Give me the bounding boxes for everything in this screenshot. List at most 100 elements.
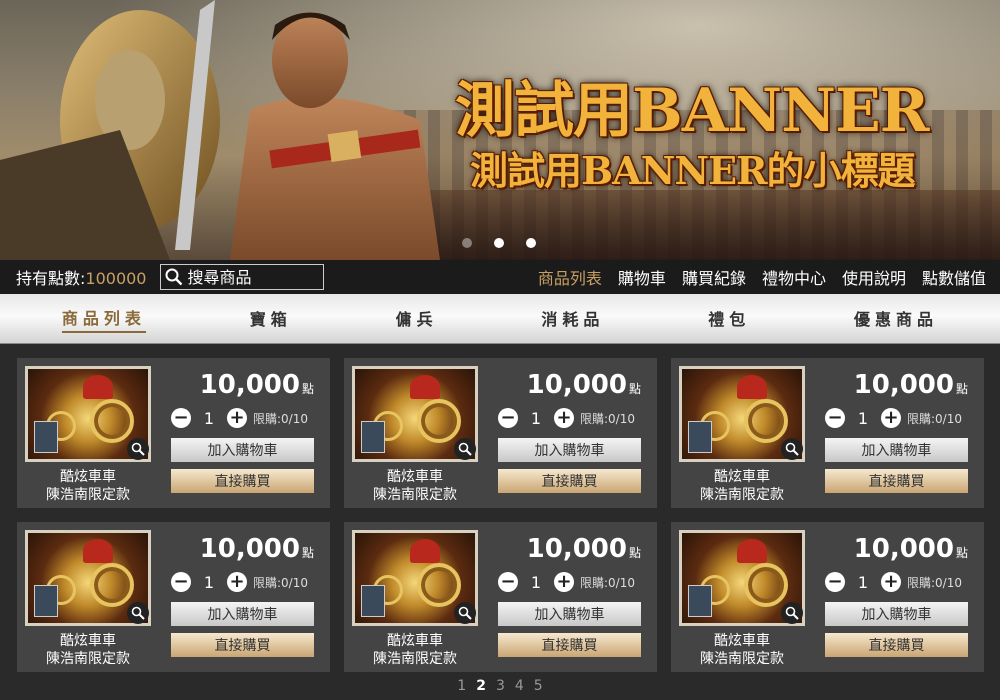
minus-icon[interactable]: − xyxy=(171,408,191,428)
top-nav: 商品列表 購物車 購買紀錄 禮物中心 使用說明 點數儲值 xyxy=(538,265,986,289)
buy-now-button[interactable]: 直接購買 xyxy=(825,633,968,657)
zoom-icon[interactable] xyxy=(454,438,476,460)
plus-icon[interactable]: + xyxy=(881,572,901,592)
zoom-icon[interactable] xyxy=(781,438,803,460)
hero-banner[interactable]: 測試用BANNER 測試用BANNER的小標題 xyxy=(0,0,1000,260)
search-box[interactable] xyxy=(160,264,325,290)
nav-cart[interactable]: 購物車 xyxy=(618,265,666,289)
quantity-stepper: − 1 + 限購:0/10 xyxy=(498,408,635,428)
zoom-icon[interactable] xyxy=(127,602,149,624)
quantity-value[interactable]: 1 xyxy=(191,409,227,428)
purchase-limit: 限購:0/10 xyxy=(253,575,308,590)
chariot-wheel xyxy=(417,399,461,443)
quantity-value[interactable]: 1 xyxy=(518,409,554,428)
product-image[interactable] xyxy=(352,366,478,462)
buy-now-button[interactable]: 直接購買 xyxy=(498,469,641,493)
banner-title: 測試用BANNER xyxy=(455,76,930,146)
nav-product-list[interactable]: 商品列表 xyxy=(538,265,602,289)
product-image[interactable] xyxy=(679,530,805,626)
page-link-3[interactable]: 3 xyxy=(496,678,505,694)
product-name-line1: 酷炫車車 xyxy=(60,469,116,485)
price-unit: 點 xyxy=(628,382,641,396)
banner-subtitle: 測試用BANNER的小標題 xyxy=(470,148,916,193)
zoom-icon[interactable] xyxy=(781,602,803,624)
price-unit: 點 xyxy=(628,546,641,560)
page-link-2[interactable]: 2 xyxy=(476,678,486,694)
product-name-line2: 陳浩南限定款 xyxy=(373,487,457,503)
chariot-wheel xyxy=(744,399,788,443)
plus-icon[interactable]: + xyxy=(881,408,901,428)
product-image[interactable] xyxy=(25,366,151,462)
banner-dot-2[interactable] xyxy=(494,238,504,248)
product-name-line2: 陳浩南限定款 xyxy=(373,651,457,667)
quantity-value[interactable]: 1 xyxy=(845,409,881,428)
quantity-value[interactable]: 1 xyxy=(191,573,227,592)
banner-dot-3[interactable] xyxy=(526,238,536,248)
nav-instructions[interactable]: 使用說明 xyxy=(842,265,906,289)
minus-icon[interactable]: − xyxy=(498,408,518,428)
chariot-plume xyxy=(737,539,767,563)
chariot-plume xyxy=(410,539,440,563)
search-icon[interactable] xyxy=(165,268,183,286)
purchase-limit: 限購:0/10 xyxy=(580,575,635,590)
purchase-limit: 限購:0/10 xyxy=(253,411,308,426)
tab-discount[interactable]: 優惠商品 xyxy=(854,306,938,332)
add-to-cart-button[interactable]: 加入購物車 xyxy=(825,438,968,462)
nav-points-topup[interactable]: 點數儲值 xyxy=(922,265,986,289)
buy-now-button[interactable]: 直接購買 xyxy=(825,469,968,493)
add-to-cart-button[interactable]: 加入購物車 xyxy=(498,602,641,626)
chariot-plume xyxy=(83,375,113,399)
page-link-4[interactable]: 4 xyxy=(515,678,524,694)
page-link-5[interactable]: 5 xyxy=(534,678,543,694)
zoom-icon[interactable] xyxy=(454,602,476,624)
product-image[interactable] xyxy=(352,530,478,626)
product-name: 酷炫車車 陳浩南限定款 xyxy=(679,632,805,668)
tab-chest[interactable]: 寶箱 xyxy=(250,306,292,332)
quantity-value[interactable]: 1 xyxy=(845,573,881,592)
search-input[interactable] xyxy=(187,267,318,287)
nav-purchase-history[interactable]: 購買紀錄 xyxy=(682,265,746,289)
buy-now-button[interactable]: 直接購買 xyxy=(171,633,314,657)
add-to-cart-button[interactable]: 加入購物車 xyxy=(825,602,968,626)
product-name-line2: 陳浩南限定款 xyxy=(700,651,784,667)
chariot-card xyxy=(361,421,385,453)
zoom-icon[interactable] xyxy=(127,438,149,460)
quantity-stepper: − 1 + 限購:0/10 xyxy=(171,408,308,428)
minus-icon[interactable]: − xyxy=(825,572,845,592)
product-image[interactable] xyxy=(679,366,805,462)
add-to-cart-button[interactable]: 加入購物車 xyxy=(498,438,641,462)
add-to-cart-button[interactable]: 加入購物車 xyxy=(171,602,314,626)
tab-product-list[interactable]: 商品列表 xyxy=(61,305,146,333)
product-card: 酷炫車車 陳浩南限定款 10,000 點 − 1 + 限購:0/10 加入購物車 … xyxy=(671,522,984,672)
add-to-cart-button[interactable]: 加入購物車 xyxy=(171,438,314,462)
product-name: 酷炫車車 陳浩南限定款 xyxy=(25,468,151,504)
banner-arena-floor xyxy=(380,190,1000,260)
minus-icon[interactable]: − xyxy=(498,572,518,592)
product-card: 酷炫車車 陳浩南限定款 10,000 點 − 1 + 限購:0/10 加入購物車 … xyxy=(671,358,984,508)
plus-icon[interactable]: + xyxy=(554,408,574,428)
product-price: 10,000 點 xyxy=(527,534,641,564)
banner-dot-1[interactable] xyxy=(462,238,472,248)
product-name-line2: 陳浩南限定款 xyxy=(46,651,130,667)
product-image[interactable] xyxy=(25,530,151,626)
plus-icon[interactable]: + xyxy=(227,572,247,592)
nav-gift-center[interactable]: 禮物中心 xyxy=(762,265,826,289)
tab-packages[interactable]: 禮包 xyxy=(708,306,750,332)
minus-icon[interactable]: − xyxy=(825,408,845,428)
chariot-card xyxy=(34,585,58,617)
buy-now-button[interactable]: 直接購買 xyxy=(498,633,641,657)
minus-icon[interactable]: − xyxy=(171,572,191,592)
product-price: 10,000 點 xyxy=(854,370,968,400)
tab-consumables[interactable]: 消耗品 xyxy=(541,306,604,332)
buy-now-button[interactable]: 直接購買 xyxy=(171,469,314,493)
product-name: 酷炫車車 陳浩南限定款 xyxy=(25,632,151,668)
plus-icon[interactable]: + xyxy=(554,572,574,592)
page-link-1[interactable]: 1 xyxy=(457,678,466,694)
price-value: 10,000 xyxy=(199,534,300,564)
quantity-value[interactable]: 1 xyxy=(518,573,554,592)
product-price: 10,000 點 xyxy=(200,370,314,400)
plus-icon[interactable]: + xyxy=(227,408,247,428)
product-price: 10,000 點 xyxy=(200,534,314,564)
product-card: 酷炫車車 陳浩南限定款 10,000 點 − 1 + 限購:0/10 加入購物車 … xyxy=(17,522,330,672)
tab-mercenary[interactable]: 傭兵 xyxy=(396,306,438,332)
